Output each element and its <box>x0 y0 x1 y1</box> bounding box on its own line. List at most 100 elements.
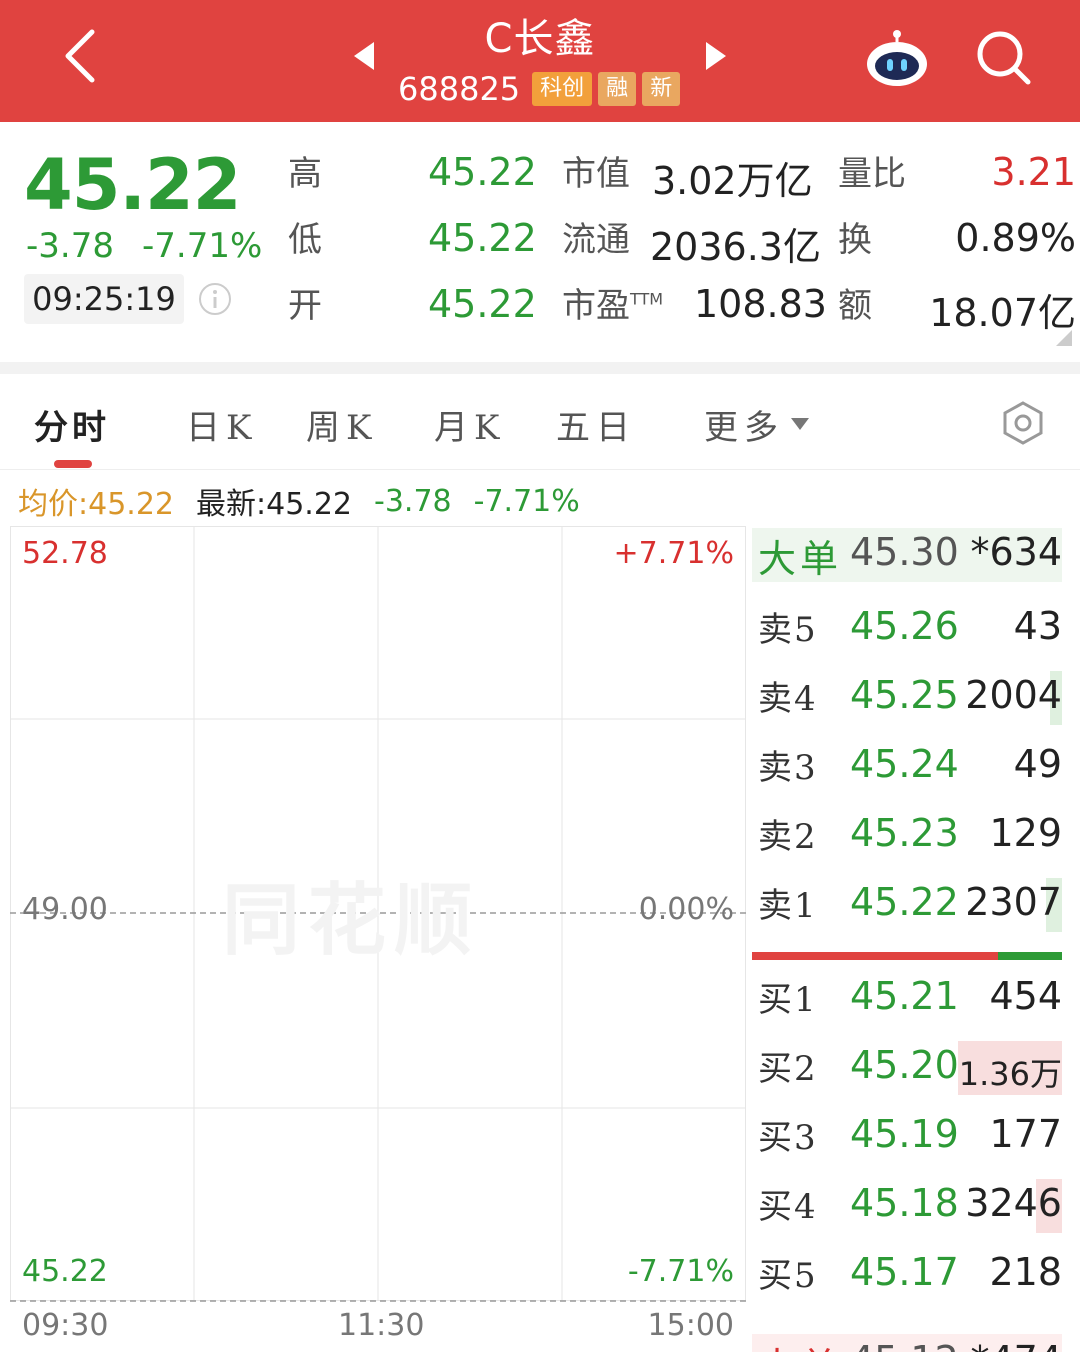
avg-price: 均价:45.22 <box>18 487 174 522</box>
ask-row-2: 卖2 45.23 129 <box>752 805 1062 865</box>
open-label: 开 <box>288 286 322 326</box>
pct-axis-bottom: -7.71% <box>627 1254 734 1289</box>
bid-volume: 1.36万 <box>958 1055 1062 1093</box>
bid-label: 买1 <box>758 980 818 1020</box>
caret-left-icon[interactable] <box>352 40 376 72</box>
big-order-value: *474 <box>970 1338 1062 1352</box>
market-cap-label: 市值 <box>562 154 630 194</box>
top-bar: C长鑫 688825 科创 融 新 <box>0 0 1080 122</box>
bid-volume: 177 <box>989 1112 1062 1156</box>
badge-new: 新 <box>642 72 681 106</box>
bid-row-3: 买3 45.19 177 <box>752 1106 1062 1166</box>
stock-code: 688825 <box>398 70 521 108</box>
tab-weekly-k[interactable]: 周K <box>306 400 377 449</box>
ask-row-1: 卖1 45.22 2307 <box>752 874 1062 934</box>
robot-assistant-icon[interactable] <box>864 28 930 88</box>
quote-panel: 45.22 -3.78 -7.71% 09:25:19 高 低 开 45.22 … <box>0 122 1080 362</box>
tab-daily-k[interactable]: 日K <box>186 400 257 449</box>
tab-monthly-k[interactable]: 月K <box>434 400 505 449</box>
ask-row-3: 卖3 45.24 49 <box>752 736 1062 796</box>
bid-price: 45.18 <box>850 1181 959 1225</box>
low-label: 低 <box>288 220 322 260</box>
ask-price: 45.22 <box>850 880 959 924</box>
badge-star-market: 科创 <box>532 72 593 106</box>
latest-price: 最新:45.22 <box>196 487 352 522</box>
stock-name: C长鑫 <box>484 16 596 62</box>
amount-value: 18.07亿 <box>929 291 1076 335</box>
big-order-price: 45.12 <box>850 1338 959 1352</box>
bid-label: 买5 <box>758 1256 818 1296</box>
price-change: -3.78 <box>26 226 114 266</box>
bid-price: 45.20 <box>850 1043 959 1087</box>
big-order-label: 大单 <box>758 537 843 581</box>
ask-row-4: 卖4 45.25 2004 <box>752 667 1062 727</box>
active-tab-indicator <box>54 460 92 468</box>
bid-label: 买3 <box>758 1118 818 1158</box>
big-order-price: 45.30 <box>850 530 959 574</box>
big-order-label: 大单 <box>758 1336 842 1352</box>
search-icon[interactable] <box>974 28 1034 88</box>
bid-price: 45.21 <box>850 974 959 1018</box>
ask-label: 卖3 <box>758 748 818 788</box>
float-cap-label: 流通 <box>562 220 630 260</box>
intraday-summary: 均价:45.22 最新:45.22 -3.78 -7.71% <box>18 480 602 523</box>
bid-price: 45.17 <box>850 1250 959 1294</box>
high-value: 45.22 <box>428 150 537 194</box>
volume-ratio-value: 3.21 <box>991 150 1076 194</box>
bid-volume: 454 <box>989 974 1062 1018</box>
low-value: 45.22 <box>428 216 537 260</box>
bid-row-2: 买2 45.20 1.36万 <box>752 1037 1062 1097</box>
x-axis-open: 09:30 <box>22 1308 109 1343</box>
high-label: 高 <box>288 154 322 194</box>
market-cap-value: 3.02万亿 <box>652 159 813 203</box>
ask-volume: 129 <box>989 811 1062 855</box>
ask-price: 45.24 <box>850 742 959 786</box>
summary-change-pct: -7.71% <box>473 483 580 519</box>
bid-volume: 218 <box>989 1250 1062 1294</box>
bid-row-1: 买1 45.21 454 <box>752 968 1062 1028</box>
y-axis-top: 52.78 <box>22 536 108 571</box>
y-axis-bottom: 45.22 <box>22 1254 108 1289</box>
x-axis-close: 15:00 <box>647 1308 734 1343</box>
ask-row-5: 卖5 45.26 43 <box>752 598 1062 658</box>
big-order-top[interactable]: 大单 45.30 *634 <box>752 528 1062 582</box>
section-divider <box>0 362 1080 374</box>
watermark: 同花顺 <box>222 876 481 966</box>
tab-more[interactable]: 更多 <box>704 400 784 449</box>
bid-row-5: 买5 45.17 218 <box>752 1244 1062 1304</box>
pe-label: 市盈TTM <box>562 286 664 326</box>
last-price: 45.22 <box>24 144 241 226</box>
quote-time: 09:25:19 <box>24 274 184 324</box>
summary-change: -3.78 <box>374 483 452 519</box>
tab-intraday[interactable]: 分时 <box>34 400 110 449</box>
settings-hexagon-icon[interactable] <box>1000 400 1046 446</box>
pct-axis-mid: 0.00% <box>638 892 734 927</box>
info-icon[interactable] <box>198 282 232 316</box>
ask-volume: 2307 <box>965 880 1062 924</box>
big-order-value: *634 <box>970 530 1062 574</box>
big-order-bottom[interactable]: 大单 45.12 *474 <box>752 1334 1062 1352</box>
bid-row-4: 买4 45.18 3246 <box>752 1175 1062 1235</box>
ask-label: 卖5 <box>758 610 818 650</box>
ask-volume: 49 <box>1013 742 1062 786</box>
price-change-pct: -7.71% <box>142 226 263 266</box>
ask-volume: 2004 <box>965 673 1062 717</box>
x-axis-midday: 11:30 <box>338 1308 425 1343</box>
amount-label: 额 <box>838 286 872 326</box>
ask-label: 卖2 <box>758 817 818 857</box>
caret-down-icon[interactable] <box>790 416 810 432</box>
tab-five-day[interactable]: 五日 <box>556 400 636 449</box>
bid-label: 买2 <box>758 1049 818 1089</box>
chart-tabs: 分时 日K 周K 月K 五日 更多 <box>0 374 1080 470</box>
ask-volume: 43 <box>1013 604 1062 648</box>
expand-corner-icon[interactable] <box>1056 330 1072 346</box>
pct-axis-top: +7.71% <box>613 536 734 571</box>
caret-right-icon[interactable] <box>704 40 728 72</box>
buy-sell-ratio-bar <box>752 952 1062 960</box>
bid-price: 45.19 <box>850 1112 959 1156</box>
bid-label: 买4 <box>758 1187 818 1227</box>
chevron-left-icon[interactable] <box>58 26 108 86</box>
float-cap-value: 2036.3亿 <box>650 225 821 269</box>
order-book: 大单 45.30 *634 卖5 45.26 43 卖4 45.25 2004 … <box>752 526 1080 1352</box>
pe-value: 108.83 <box>694 282 827 326</box>
